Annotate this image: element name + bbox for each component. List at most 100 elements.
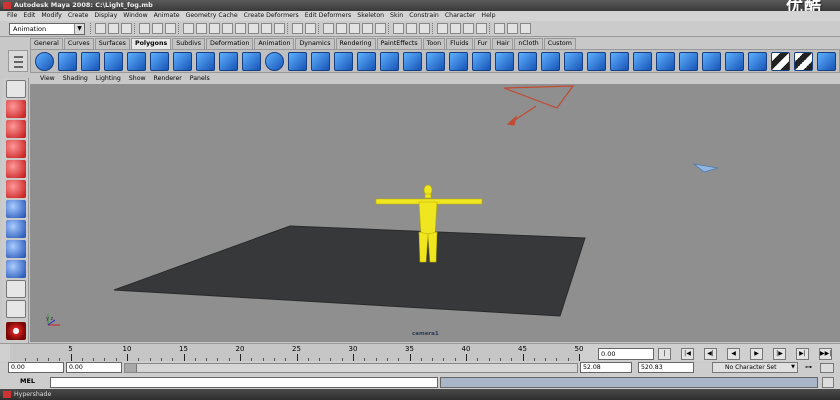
- panel-menu-lighting[interactable]: Lighting: [92, 74, 125, 84]
- mask-dynamics-icon[interactable]: [248, 23, 259, 34]
- select-hierarchy-icon[interactable]: [139, 23, 150, 34]
- tab-general[interactable]: General: [30, 38, 63, 49]
- playback-start-field[interactable]: 0.00: [66, 362, 122, 373]
- tab-animation[interactable]: Animation: [254, 38, 295, 49]
- attribute-editor-icon[interactable]: [494, 23, 505, 34]
- chevron-down-icon[interactable]: ▼: [789, 363, 797, 372]
- panel-menu-view[interactable]: View: [36, 74, 59, 84]
- menu-constrain[interactable]: Constrain: [406, 11, 442, 21]
- menu-edit[interactable]: Edit: [20, 11, 38, 21]
- start-time-field[interactable]: 0.00: [8, 362, 64, 373]
- planar-mapping-icon[interactable]: [725, 51, 744, 71]
- step-forward-key-button[interactable]: |▶: [773, 348, 786, 360]
- tab-subdivs[interactable]: Subdivs: [172, 38, 205, 49]
- end-time-field[interactable]: 520.83: [638, 362, 694, 373]
- mirror-icon[interactable]: [449, 51, 468, 71]
- tab-toon[interactable]: Toon: [422, 38, 446, 49]
- menu-geometry-cache[interactable]: Geometry Cache: [183, 11, 241, 21]
- tab-hair[interactable]: Hair: [492, 38, 514, 49]
- new-scene-icon[interactable]: [95, 23, 106, 34]
- tab-fur[interactable]: Fur: [473, 38, 492, 49]
- tab-polygons[interactable]: Polygons: [130, 38, 172, 49]
- lock-selection-icon[interactable]: [292, 23, 303, 34]
- tab-surfaces[interactable]: Surfaces: [94, 38, 130, 49]
- tab-painteffects[interactable]: PaintEffects: [376, 38, 422, 49]
- merge-icon[interactable]: [679, 51, 698, 71]
- poly-helix-icon[interactable]: [242, 51, 261, 71]
- menu-animate[interactable]: Animate: [151, 11, 183, 21]
- poly-soccer-ball-icon[interactable]: [265, 51, 284, 71]
- render-view-icon[interactable]: [437, 23, 448, 34]
- spotlight-icon[interactable]: [503, 85, 575, 126]
- menu-window[interactable]: Window: [120, 11, 150, 21]
- tab-deformation[interactable]: Deformation: [206, 38, 254, 49]
- menu-set-selector[interactable]: Animation ▼: [9, 23, 85, 35]
- hypergraph-layout-icon[interactable]: [6, 280, 26, 298]
- go-to-start-button[interactable]: |◀◀: [658, 348, 671, 367]
- poly-sphere-icon[interactable]: [35, 51, 54, 71]
- render-frame-icon[interactable]: [450, 23, 461, 34]
- paint-select-icon[interactable]: [6, 120, 26, 138]
- mask-joints-icon[interactable]: [196, 23, 207, 34]
- mask-surfaces-icon[interactable]: [222, 23, 233, 34]
- play-forwards-button[interactable]: ▶: [750, 348, 763, 360]
- snap-point-icon[interactable]: [349, 23, 360, 34]
- panel-menu-show[interactable]: Show: [125, 74, 150, 84]
- hypershade-window-bar[interactable]: Hypershade: [0, 389, 840, 400]
- mask-misc-icon[interactable]: [274, 23, 285, 34]
- outliner-layout-icon[interactable]: [6, 260, 26, 278]
- perspective-viewport[interactable]: y z camera1: [30, 84, 840, 342]
- rotate-icon[interactable]: [6, 160, 26, 178]
- tab-curves[interactable]: Curves: [63, 38, 94, 49]
- combine-icon[interactable]: [311, 51, 330, 71]
- extract-icon[interactable]: [357, 51, 376, 71]
- poly-plane-icon[interactable]: [127, 51, 146, 71]
- go-to-end-button[interactable]: ▶▶|: [819, 348, 832, 360]
- smooth-icon[interactable]: [472, 51, 491, 71]
- step-back-key-button[interactable]: ◀|: [704, 348, 717, 360]
- boolean-union-icon[interactable]: [380, 51, 399, 71]
- menu-edit-deformers[interactable]: Edit Deformers: [302, 11, 355, 21]
- tab-dynamics[interactable]: Dynamics: [295, 38, 335, 49]
- ipr-render-icon[interactable]: [463, 23, 474, 34]
- single-perspective-icon[interactable]: [6, 220, 26, 238]
- poly-platonic-icon[interactable]: [288, 51, 307, 71]
- menu-help[interactable]: Help: [478, 11, 498, 21]
- current-frame-field[interactable]: 0.00: [598, 348, 654, 360]
- command-input[interactable]: [50, 377, 438, 388]
- boolean-difference-icon[interactable]: [403, 51, 422, 71]
- render-settings-icon[interactable]: [476, 23, 487, 34]
- snap-grid-icon[interactable]: [323, 23, 334, 34]
- shelf-menu-button[interactable]: [8, 50, 28, 72]
- menu-file[interactable]: File: [4, 11, 20, 21]
- snap-view-plane-icon[interactable]: [362, 23, 373, 34]
- ground-plane[interactable]: [113, 225, 586, 317]
- lasso-icon[interactable]: [6, 100, 26, 118]
- select-icon[interactable]: [6, 80, 26, 98]
- auto-key-icon[interactable]: ⊶: [805, 363, 817, 372]
- range-slider-handle[interactable]: [125, 364, 137, 372]
- select-object-icon[interactable]: [152, 23, 163, 34]
- time-ruler[interactable]: 5 10 15 20 25 30 35 40 45 50: [10, 344, 583, 362]
- play-backwards-button[interactable]: ◀: [727, 348, 740, 360]
- insert-edge-loop-icon[interactable]: [633, 51, 652, 71]
- range-slider-bar[interactable]: [124, 363, 578, 373]
- step-forward-frame-button[interactable]: ▶|: [796, 348, 809, 360]
- make-live-icon[interactable]: [375, 23, 386, 34]
- tool-settings-icon[interactable]: [507, 23, 518, 34]
- mask-deformations-icon[interactable]: [235, 23, 246, 34]
- graph-editor-layout-icon[interactable]: [6, 300, 26, 318]
- step-back-frame-button[interactable]: |◀: [681, 348, 694, 360]
- input-ops-icon[interactable]: [393, 23, 404, 34]
- separate-icon[interactable]: [334, 51, 353, 71]
- channel-box-icon[interactable]: [520, 23, 531, 34]
- tab-custom[interactable]: Custom: [543, 38, 576, 49]
- tab-fluids[interactable]: Fluids: [446, 38, 473, 49]
- menu-create-deformers[interactable]: Create Deformers: [241, 11, 302, 21]
- output-ops-icon[interactable]: [406, 23, 417, 34]
- offset-edge-loop-icon[interactable]: [656, 51, 675, 71]
- manipulator-icon[interactable]: [6, 200, 26, 218]
- reduce-icon[interactable]: [495, 51, 514, 71]
- checker-map-icon[interactable]: [771, 51, 790, 71]
- mask-rendering-icon[interactable]: [261, 23, 272, 34]
